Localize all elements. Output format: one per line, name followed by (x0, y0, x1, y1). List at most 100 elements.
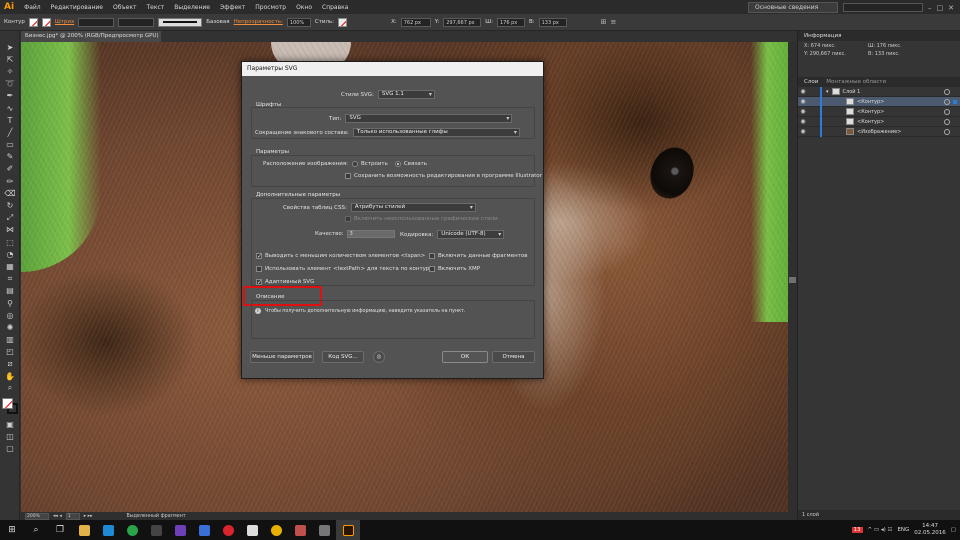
encoding-select[interactable]: Unicode (UTF-8) (437, 230, 505, 239)
web-preview-icon[interactable]: ◎ (373, 351, 385, 363)
graph-tool-icon[interactable]: ▥ (0, 334, 20, 346)
menu-select[interactable]: Выделение (174, 4, 210, 11)
xbox-icon[interactable] (120, 520, 144, 540)
notification-badge[interactable]: 13 (851, 527, 863, 533)
visibility-eye-icon[interactable]: ◉ (798, 108, 808, 115)
document-tab[interactable]: Бизнес.jpg* @ 200% (RGB/Предпросмотр GPU… (21, 31, 161, 42)
font-type-select[interactable]: SVG (345, 114, 513, 123)
menu-file[interactable]: Файл (24, 4, 41, 11)
close-icon[interactable]: ✕ (948, 4, 954, 12)
movies-icon[interactable] (288, 520, 312, 540)
rectangle-tool-icon[interactable]: ▭ (0, 139, 20, 151)
task-view-icon[interactable]: ❐ (48, 520, 72, 540)
link-radio[interactable] (394, 161, 401, 167)
vertical-scroll-thumb[interactable] (789, 277, 796, 283)
color-mode-icon[interactable]: ▣ (0, 418, 20, 430)
fewer-options-button[interactable]: Меньше параметров (250, 351, 314, 363)
maximize-icon[interactable]: □ (937, 4, 944, 12)
shaper-tool-icon[interactable]: ✐ (0, 163, 20, 175)
scale-tool-icon[interactable]: ⤢ (0, 212, 20, 224)
target-icon[interactable] (944, 98, 950, 105)
layer-row[interactable]: ◉ <Контур> (798, 97, 960, 107)
free-transform-icon[interactable]: ⬚ (0, 236, 20, 248)
stroke-weight-field[interactable] (78, 17, 115, 27)
action-center-icon[interactable]: ▢ (951, 527, 956, 533)
menu-window[interactable]: Окно (296, 4, 312, 11)
curvature-tool-icon[interactable]: ∿ (0, 102, 20, 114)
file-explorer-icon[interactable] (72, 520, 96, 540)
artboard-tool-icon[interactable]: ◰ (0, 346, 20, 358)
gradient-tool-icon[interactable]: ▤ (0, 285, 20, 297)
transform-icon[interactable]: ⊞ (601, 18, 607, 26)
cancel-button[interactable]: Отмена (492, 351, 535, 363)
target-icon[interactable] (944, 118, 950, 125)
info-panel-title[interactable]: Информация (804, 33, 841, 39)
visibility-eye-icon[interactable]: ◉ (798, 118, 808, 125)
status-text[interactable]: Выделенный фрагмент (127, 514, 186, 519)
preserve-editing-checkbox[interactable] (345, 173, 351, 179)
embed-radio[interactable] (351, 161, 358, 167)
app-icon[interactable] (240, 520, 264, 540)
layer-name[interactable]: <Изображение> (857, 129, 901, 135)
fill-swatch[interactable] (28, 17, 38, 27)
visual-studio-icon[interactable] (168, 520, 192, 540)
drawing-mode-icon[interactable]: ◫ (0, 431, 20, 443)
direct-selection-tool-icon[interactable]: ⇱ (0, 53, 20, 65)
brush-definition[interactable] (158, 17, 203, 27)
target-icon[interactable] (944, 88, 950, 95)
blend-tool-icon[interactable]: ◎ (0, 309, 20, 321)
eraser-icon[interactable]: ⌫ (0, 187, 20, 199)
layer-row[interactable]: ◉ <Контур> (798, 117, 960, 127)
pen-tool-icon[interactable]: ✒ (0, 90, 20, 102)
selection-indicator[interactable] (953, 99, 957, 104)
clock[interactable]: 14:47 02.05.2016 (914, 523, 946, 537)
layer-row[interactable]: ◉ <Контур> (798, 107, 960, 117)
app-icon[interactable] (312, 520, 336, 540)
menu-object[interactable]: Объект (113, 4, 136, 11)
rotate-tool-icon[interactable]: ↻ (0, 199, 20, 211)
hand-tool-icon[interactable]: ✋ (0, 370, 20, 382)
visibility-eye-icon[interactable]: ◉ (798, 128, 808, 135)
menu-type[interactable]: Текст (146, 4, 164, 11)
css-properties-select[interactable]: Атрибуты стилей (350, 203, 476, 212)
search-icon[interactable]: ⌕ (24, 520, 48, 540)
panel-menu-icon[interactable]: ≡ (610, 18, 616, 26)
app-icon[interactable] (144, 520, 168, 540)
opera-icon[interactable] (216, 520, 240, 540)
menu-view[interactable]: Просмотр (255, 4, 286, 11)
svg-code-button[interactable]: Код SVG... (322, 351, 364, 363)
layer-name[interactable]: Слой 1 (843, 89, 861, 95)
x-field[interactable]: 762 px (400, 17, 431, 27)
svg-profile-select[interactable]: SVG 1.1 (377, 90, 435, 99)
tray-icons[interactable]: ^ ▭ ◂) ☷ (868, 527, 893, 533)
fewer-tspan-checkbox[interactable]: ✓ (256, 253, 262, 260)
unused-styles-checkbox[interactable] (345, 216, 351, 222)
tab-artboards[interactable]: Монтажные области (826, 79, 886, 85)
layer-row[interactable]: ◉ ▾ Слой 1 (798, 87, 960, 97)
selection-tool-icon[interactable]: ➤ (0, 41, 20, 53)
y-field[interactable]: 297,667 px (443, 17, 482, 27)
workspace-switcher[interactable]: Основные сведения (748, 2, 838, 13)
stroke-link[interactable]: Штрих (55, 19, 74, 25)
target-icon[interactable] (944, 128, 950, 135)
stock-search-input[interactable] (843, 3, 923, 12)
menu-help[interactable]: Справка (322, 4, 348, 11)
layer-name[interactable]: <Контур> (857, 119, 884, 125)
tab-layers[interactable]: Слои (804, 79, 818, 85)
width-field[interactable]: 176 px (496, 17, 525, 27)
zoom-tool-icon[interactable]: ⌕ (0, 382, 20, 394)
illustrator-taskbar-icon[interactable] (336, 520, 360, 540)
paintbrush-icon[interactable]: ✎ (0, 151, 20, 163)
slice-tool-icon[interactable]: ⧄ (0, 358, 20, 370)
pencil-icon[interactable]: ✏ (0, 175, 20, 187)
mesh-tool-icon[interactable]: ⌗ (0, 273, 20, 285)
language-indicator[interactable]: ENG (897, 527, 909, 533)
stroke-swatch[interactable] (41, 17, 51, 27)
xmp-checkbox[interactable] (429, 266, 435, 272)
magic-wand-icon[interactable]: ✧ (0, 65, 20, 77)
target-icon[interactable] (944, 108, 950, 115)
screen-mode-icon[interactable]: ▢ (0, 443, 20, 455)
height-field[interactable]: 133 px (538, 17, 567, 27)
eyedropper-icon[interactable]: ⚲ (0, 297, 20, 309)
perspective-grid-icon[interactable]: ▦ (0, 260, 20, 272)
